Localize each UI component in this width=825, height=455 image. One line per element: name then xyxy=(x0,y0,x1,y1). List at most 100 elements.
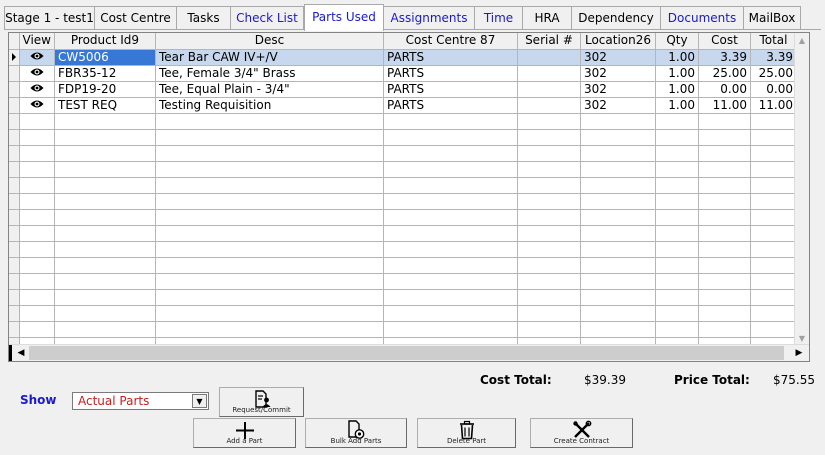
chevron-down-icon[interactable]: ▼ xyxy=(192,394,207,408)
empty-cell xyxy=(54,129,156,146)
scroll-left-arrow-icon[interactable]: ◀ xyxy=(14,345,28,361)
create-contract-label: Create Contract xyxy=(553,437,610,445)
cell-cost: 25.00 xyxy=(698,65,751,82)
empty-cell xyxy=(750,321,797,338)
empty-cell xyxy=(750,241,797,258)
tab-check-list[interactable]: Check List xyxy=(231,6,304,30)
col-header-serial[interactable]: Serial # xyxy=(517,33,581,50)
cell-desc: Testing Requisition xyxy=(155,97,384,114)
col-header-location[interactable]: Location26 xyxy=(580,33,656,50)
scroll-right-arrow-icon[interactable]: ▶ xyxy=(792,345,806,361)
empty-cell xyxy=(655,177,699,194)
eye-icon[interactable] xyxy=(19,97,55,114)
tab-dependency[interactable]: Dependency xyxy=(572,6,661,30)
empty-cell xyxy=(655,193,699,210)
empty-cell xyxy=(580,145,656,162)
tab-tasks[interactable]: Tasks xyxy=(177,6,231,30)
empty-cell xyxy=(580,305,656,322)
cost-total-value: $39.39 xyxy=(584,373,626,387)
col-header-desc[interactable]: Desc xyxy=(155,33,384,50)
horizontal-scrollbar[interactable]: ◀ ▶ xyxy=(9,344,809,361)
empty-cell xyxy=(9,209,20,226)
empty-cell xyxy=(383,129,518,146)
empty-cell xyxy=(698,225,751,242)
scroll-up-arrow-icon[interactable]: ▲ xyxy=(795,33,809,48)
tab-stage[interactable]: Stage 1 - test1 xyxy=(4,6,95,30)
empty-cell xyxy=(517,161,581,178)
col-header-qty[interactable]: Qty xyxy=(655,33,699,50)
col-header-product[interactable]: Product Id9 xyxy=(54,33,156,50)
tab-cost-centre[interactable]: Cost Centre xyxy=(95,6,177,30)
table-row[interactable]: TEST REQ Testing Requisition PARTS 302 1… xyxy=(9,97,797,114)
empty-cell xyxy=(19,225,55,242)
empty-cell xyxy=(19,129,55,146)
empty-row xyxy=(9,289,797,306)
cell-qty: 1.00 xyxy=(655,65,699,82)
empty-cell xyxy=(580,177,656,194)
tab-hra[interactable]: HRA xyxy=(523,6,572,30)
cell-serial xyxy=(517,49,581,66)
empty-cell xyxy=(655,145,699,162)
tab-documents[interactable]: Documents xyxy=(661,6,744,30)
empty-row xyxy=(9,225,797,242)
empty-cell xyxy=(383,113,518,130)
tab-mailbox[interactable]: MailBox xyxy=(744,6,801,30)
cell-desc: Tee, Female 3/4" Brass xyxy=(155,65,384,82)
show-filter-dropdown[interactable]: Actual Parts ▼ xyxy=(72,392,209,410)
tab-parts-used[interactable]: Parts Used xyxy=(304,4,384,31)
table-row[interactable]: CW5006 Tear Bar CAW IV+/V PARTS 302 1.00… xyxy=(9,49,797,66)
empty-cell xyxy=(655,241,699,258)
tab-assignments[interactable]: Assignments xyxy=(384,6,475,30)
table-row[interactable]: FDP19-20 Tee, Equal Plain - 3/4" PARTS 3… xyxy=(9,81,797,98)
empty-cell xyxy=(517,225,581,242)
empty-row xyxy=(9,129,797,146)
empty-cell xyxy=(517,129,581,146)
eye-icon[interactable] xyxy=(19,65,55,82)
scroll-thumb[interactable] xyxy=(29,346,784,360)
empty-cell xyxy=(54,161,156,178)
cell-product: TEST REQ xyxy=(54,97,156,114)
delete-part-button[interactable]: Delete Part xyxy=(417,418,516,448)
add-part-button[interactable]: Add a Part xyxy=(193,418,296,448)
scrollbar-edge xyxy=(9,345,12,361)
col-header-cost-centre[interactable]: Cost Centre 87 xyxy=(383,33,518,50)
empty-cell xyxy=(698,289,751,306)
row-pointer-icon xyxy=(9,49,20,66)
empty-cell xyxy=(517,209,581,226)
cell-cost: 0.00 xyxy=(698,81,751,98)
empty-cell xyxy=(54,193,156,210)
cell-qty: 1.00 xyxy=(655,49,699,66)
eye-icon[interactable] xyxy=(19,81,55,98)
empty-cell xyxy=(698,177,751,194)
eye-icon[interactable] xyxy=(19,49,55,66)
empty-cell xyxy=(517,241,581,258)
empty-cell xyxy=(580,321,656,338)
parts-grid[interactable]: View Product Id9 Desc Cost Centre 87 Ser… xyxy=(8,32,810,362)
empty-cell xyxy=(9,321,20,338)
empty-cell xyxy=(383,305,518,322)
cell-qty: 1.00 xyxy=(655,97,699,114)
empty-cell xyxy=(517,193,581,210)
empty-cell xyxy=(155,241,384,258)
create-contract-button[interactable]: Create Contract xyxy=(530,418,633,448)
empty-cell xyxy=(698,305,751,322)
table-row[interactable]: FBR35-12 Tee, Female 3/4" Brass PARTS 30… xyxy=(9,65,797,82)
row-indicator xyxy=(9,81,20,98)
col-header-view[interactable]: View xyxy=(19,33,55,50)
bulk-add-parts-button[interactable]: Bulk Add Parts xyxy=(305,418,407,448)
empty-row xyxy=(9,273,797,290)
request-commit-button[interactable]: Request/Commit xyxy=(219,387,304,417)
col-header-cost[interactable]: Cost xyxy=(698,33,751,50)
vertical-scrollbar[interactable]: ▲ ▼ xyxy=(794,33,809,346)
tab-strip: Stage 1 - test1 Cost Centre Tasks Check … xyxy=(4,4,821,31)
show-filter-value: Actual Parts xyxy=(78,394,150,408)
cell-product: FBR35-12 xyxy=(54,65,156,82)
empty-cell xyxy=(54,257,156,274)
empty-cell xyxy=(155,225,384,242)
empty-row xyxy=(9,209,797,226)
empty-cell xyxy=(580,209,656,226)
col-header-total[interactable]: Total xyxy=(750,33,797,50)
cell-total: 11.00 xyxy=(750,97,797,114)
tab-time[interactable]: Time xyxy=(475,6,523,30)
empty-cell xyxy=(655,289,699,306)
